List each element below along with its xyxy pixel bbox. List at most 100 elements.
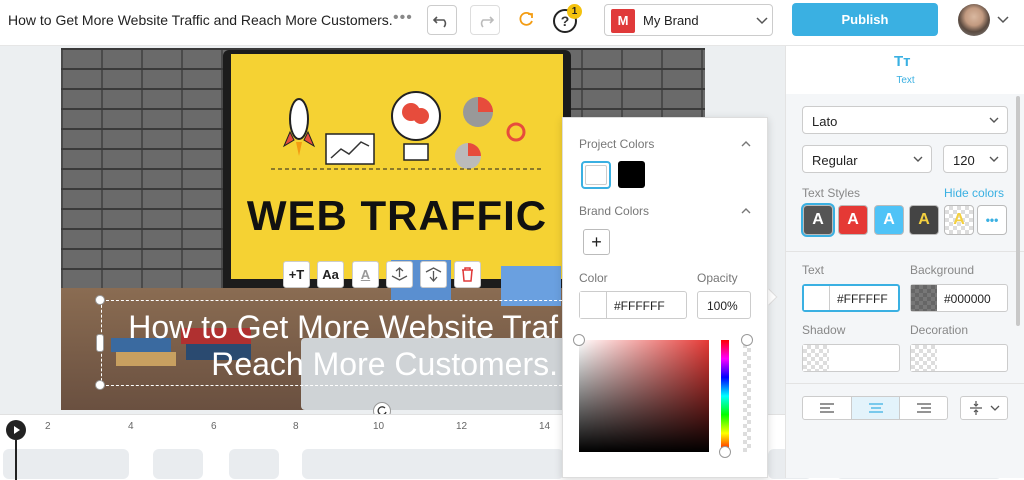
resize-handle[interactable] [96,334,104,352]
image-headline: WEB TRAFFIC [246,192,548,239]
text-style-red[interactable]: A [838,205,868,235]
refresh-button[interactable] [512,5,542,35]
play-button[interactable] [6,420,26,440]
brand-name: My Brand [643,13,699,28]
headline-line: How to Get More Website Traf [128,309,558,345]
publish-button[interactable]: Publish [792,3,938,36]
text-color-swatch [804,286,830,310]
timeline-tick: 6 [211,421,217,432]
color-picker-popup: Project Colors Brand Colors + Color Opac… [562,117,768,478]
account-menu-chevron-icon[interactable] [997,16,1009,24]
align-right-icon [917,403,931,413]
send-backward-button[interactable] [420,261,447,288]
hue-slider[interactable] [721,340,729,452]
playhead-line[interactable] [15,440,17,480]
shadow-label: Shadow [802,323,846,337]
text-color-field[interactable]: #FFFFFF [802,284,900,312]
font-weight-select[interactable]: Regular [802,145,932,173]
align-center-button[interactable] [851,397,900,419]
text-color-button[interactable]: A [352,261,379,288]
add-text-button[interactable]: +T [283,261,310,288]
hide-colors-link[interactable]: Hide colors [944,186,1004,200]
text-style-transparent[interactable]: A [944,205,974,235]
alpha-slider[interactable] [743,340,751,452]
brand-logo: M [611,9,635,33]
vertical-align-select[interactable] [960,396,1008,420]
hue-knob[interactable] [719,446,731,458]
saturation-picker[interactable] [579,340,709,452]
resize-handle[interactable] [95,295,105,305]
project-color-white[interactable] [581,161,611,189]
chevron-up-icon[interactable] [741,140,751,147]
chevron-down-icon [913,156,923,162]
font-button[interactable]: Aa [317,261,344,288]
more-styles-button[interactable]: ••• [977,205,1007,235]
shadow-swatch [803,345,829,371]
timeline-tick: 2 [45,421,51,432]
align-center-icon [869,403,883,413]
timeline-clip[interactable] [302,449,564,479]
background-color-value: #000000 [944,292,991,306]
alpha-knob[interactable] [741,334,753,346]
timeline-tick: 4 [128,421,134,432]
alignment-group [802,396,948,420]
timeline-clip[interactable] [153,449,203,479]
color-hex-field[interactable]: #FFFFFF [579,291,687,319]
text-style-yellow[interactable]: A [909,205,939,235]
color-label: Color [579,271,608,285]
chevron-down-icon [989,156,999,162]
document-title[interactable]: How to Get More Website Traffic and Reac… [8,12,393,28]
font-size-select[interactable]: 120 [943,145,1008,173]
refresh-icon [519,11,533,26]
undo-button[interactable] [427,5,457,35]
play-icon [14,426,20,434]
timeline-tick: 10 [373,421,385,432]
avatar[interactable] [958,4,990,36]
align-left-button[interactable] [803,397,851,419]
align-left-icon [820,403,834,413]
chevron-up-icon[interactable] [741,207,751,214]
font-family-select[interactable]: Lato [802,106,1008,134]
selected-text-box[interactable]: How to Get More Website Traf Reach More … [101,300,567,386]
resize-handle[interactable] [95,380,105,390]
trash-icon [462,267,473,282]
decoration-swatch [911,345,937,371]
headline-text[interactable]: How to Get More Website Traf Reach More … [102,309,568,383]
font-family-value: Lato [812,114,838,129]
panel-tabs: Tт Text [786,46,1024,94]
color-hex-value: #FFFFFF [614,299,665,313]
align-right-button[interactable] [900,397,948,419]
decoration-label: Decoration [910,323,969,337]
notification-badge: 1 [567,4,582,19]
text-color-label: Text [802,263,825,277]
timeline-clip[interactable] [3,449,129,479]
timeline-clip[interactable] [229,449,279,479]
monitor-screen: WEB TRAFFIC [231,54,563,279]
panel-scrollbar[interactable] [1016,96,1020,326]
add-brand-color-button[interactable]: + [583,229,610,255]
opacity-value: 100% [707,299,738,313]
background-color-field[interactable]: #000000 [910,284,1008,312]
brand-selector[interactable]: M My Brand [604,4,773,36]
chevron-down-icon [756,17,768,25]
color-preview [580,292,607,318]
more-options-button[interactable]: ••• [393,9,413,27]
redo-icon [480,16,495,28]
shadow-field[interactable] [802,344,900,372]
text-style-dark[interactable]: A [803,205,833,235]
decoration-field[interactable] [910,344,1008,372]
tab-text[interactable]: Text [786,75,1024,86]
text-style-blue[interactable]: A [874,205,904,235]
text-tab-icon[interactable]: Tт [894,53,911,70]
saturation-knob[interactable] [573,334,585,346]
bring-forward-button[interactable] [386,261,413,288]
top-bar: How to Get More Website Traffic and Reac… [0,0,1024,46]
delete-button[interactable] [454,261,481,288]
project-color-black[interactable] [618,161,645,188]
chevron-down-icon [989,117,999,123]
timeline-tick: 12 [456,421,468,432]
properties-panel: Tт Text Lato Regular 120 Text Styles Hid… [785,46,1024,478]
text-styles-label: Text Styles [802,186,861,200]
redo-button[interactable] [470,5,500,35]
opacity-field[interactable]: 100% [697,291,751,319]
